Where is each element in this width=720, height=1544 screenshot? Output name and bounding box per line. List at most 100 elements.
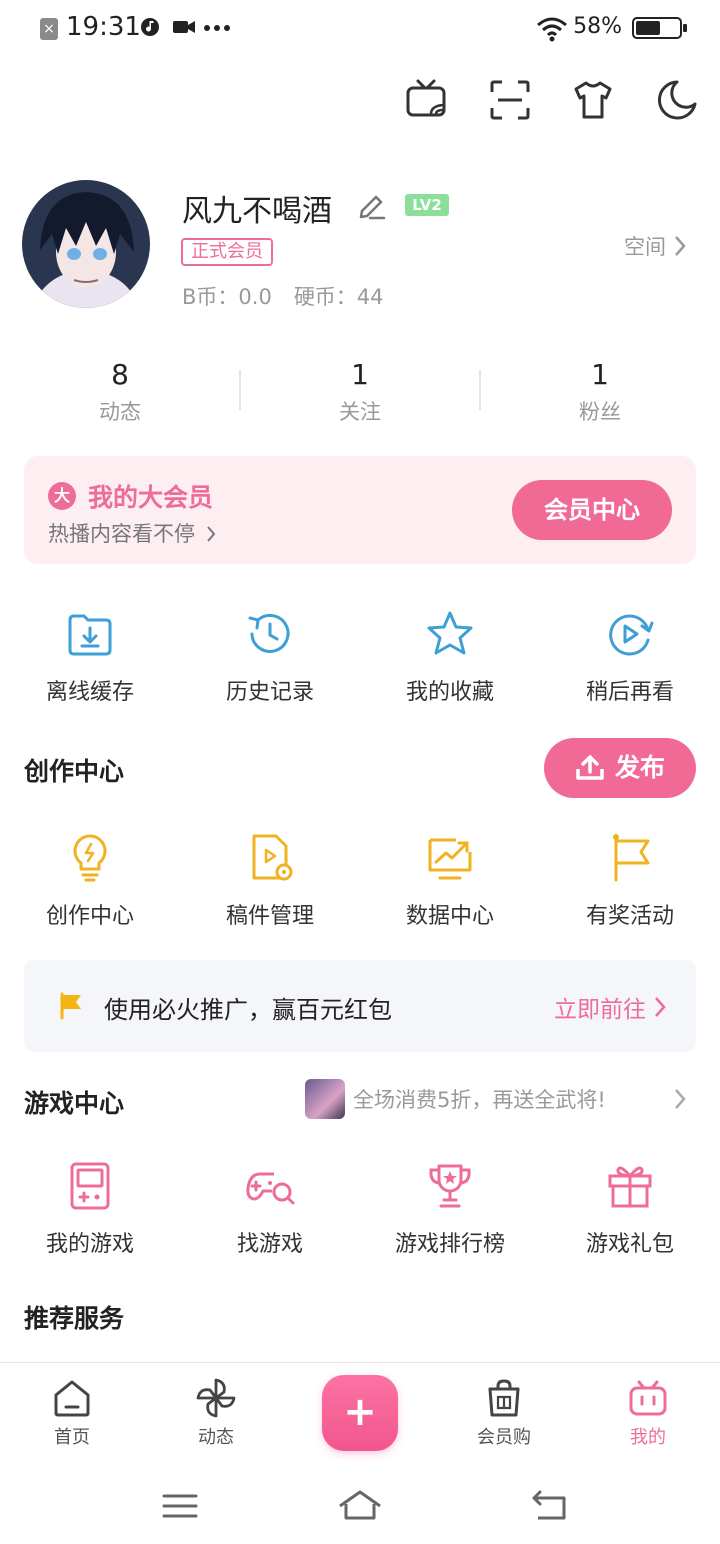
vip-card-subtitle-text: 热播内容看不停	[48, 522, 195, 546]
game-item-label: 游戏排行榜	[394, 1232, 505, 1257]
creation-item-label: 数据中心	[405, 904, 494, 929]
nav-label: 首页	[54, 1427, 90, 1448]
manuscript-management-item[interactable]: 稿件管理	[180, 832, 360, 930]
game-item-label: 找游戏	[236, 1232, 303, 1257]
history-item[interactable]: 历史记录	[180, 608, 360, 706]
star-icon	[427, 611, 473, 655]
b-coin-balance: B币：0.0	[182, 285, 272, 309]
gameboy-icon	[70, 1162, 110, 1210]
system-home-icon[interactable]	[338, 1484, 382, 1528]
back-icon[interactable]	[528, 1484, 572, 1528]
status-bar: × 19:31 58%	[0, 0, 720, 60]
history-icon	[248, 613, 290, 653]
gamepad-search-icon	[246, 1172, 295, 1205]
system-nav-bar	[0, 1472, 720, 1544]
username: 风九不喝酒	[182, 194, 332, 229]
bottom-nav: 首页 动态 + 会员购 我的	[0, 1362, 720, 1472]
quick-action-label: 历史记录	[225, 680, 314, 705]
chevron-right-icon[interactable]	[674, 1088, 686, 1110]
stat-label: 粉丝	[579, 400, 621, 424]
nav-home[interactable]: 首页	[17, 1377, 127, 1449]
vip-card-title: 我的大会员	[88, 483, 214, 512]
space-link-label: 空间	[624, 235, 666, 259]
promo-banner[interactable]: 使用必火推广，赢百元红包 立即前往	[24, 960, 696, 1052]
pinwheel-icon	[196, 1378, 236, 1418]
creation-item-label: 创作中心	[45, 904, 134, 929]
space-link[interactable]: 空间	[624, 231, 686, 261]
nav-label: 我的	[630, 1427, 666, 1448]
find-games-item[interactable]: 找游戏	[180, 1160, 360, 1258]
lightbulb-icon	[73, 834, 107, 882]
vip-status-badge: 正式会员	[181, 238, 273, 266]
tv-mascot-icon	[629, 1380, 667, 1416]
watch-later-icon	[609, 614, 654, 656]
stat-label: 关注	[339, 400, 381, 424]
my-games-item[interactable]: 我的游戏	[0, 1160, 180, 1258]
publish-button[interactable]: 发布	[544, 738, 696, 798]
stat-num: 8	[111, 358, 129, 391]
gift-icon	[608, 1166, 652, 1208]
notification-x-icon: ×	[40, 18, 58, 40]
manuscript-icon	[252, 834, 293, 881]
quick-action-label: 稍后再看	[585, 680, 674, 705]
game-thumbnail	[305, 1079, 345, 1119]
upload-icon	[576, 755, 604, 780]
vip-card-subtitle: 热播内容看不停	[48, 518, 216, 548]
skin-shirt-icon[interactable]	[571, 78, 615, 122]
music-icon	[141, 18, 159, 36]
vip-center-button[interactable]: 会员中心	[512, 480, 672, 540]
stat-following[interactable]: 1 关注	[240, 358, 480, 426]
battery-percent: 58%	[573, 14, 622, 39]
creation-item-label: 稿件管理	[225, 904, 314, 929]
watch-later-item[interactable]: 稍后再看	[540, 608, 720, 706]
nav-label: 会员购	[477, 1427, 531, 1448]
stat-num: 1	[351, 358, 369, 391]
vip-card[interactable]: 大 我的大会员 热播内容看不停 会员中心	[24, 456, 696, 564]
publish-label: 发布	[614, 753, 665, 782]
chevron-right-icon	[675, 236, 686, 256]
battery-icon	[632, 17, 687, 39]
reward-activity-item[interactable]: 有奖活动	[540, 832, 720, 930]
trophy-icon	[429, 1164, 471, 1208]
nav-label: 动态	[198, 1427, 234, 1448]
offline-cache-icon	[68, 614, 112, 656]
creation-item-label: 有奖活动	[585, 904, 674, 929]
data-center-item[interactable]: 数据中心	[360, 832, 540, 930]
level-badge: LV2	[405, 194, 449, 216]
video-icon	[173, 21, 195, 33]
flag-icon	[613, 834, 650, 882]
favorites-item[interactable]: 我的收藏	[360, 608, 540, 706]
creation-center-item[interactable]: 创作中心	[0, 832, 180, 930]
chevron-right-icon	[655, 997, 666, 1017]
night-mode-moon-icon[interactable]	[655, 78, 699, 122]
shopping-bag-icon	[488, 1379, 520, 1417]
wifi-icon	[537, 17, 567, 42]
nav-dynamics[interactable]: 动态	[161, 1377, 271, 1449]
promo-text: 使用必火推广，赢百元红包	[104, 996, 392, 1024]
game-ranking-item[interactable]: 游戏排行榜	[360, 1160, 540, 1258]
promo-go-link[interactable]: 立即前往	[554, 990, 666, 1024]
chevron-right-icon	[206, 526, 216, 542]
scan-icon[interactable]	[488, 78, 532, 122]
creation-center-title: 创作中心	[24, 757, 125, 786]
offline-cache-item[interactable]: 离线缓存	[0, 608, 180, 706]
nav-vip-shop[interactable]: 会员购	[449, 1377, 559, 1449]
data-chart-icon	[428, 838, 472, 880]
edit-pencil-icon[interactable]	[356, 189, 388, 221]
home-icon	[54, 1380, 90, 1417]
game-center-title: 游戏中心	[24, 1089, 125, 1118]
big-vip-icon: 大	[48, 482, 76, 510]
nav-mine[interactable]: 我的	[593, 1377, 703, 1449]
coin-balance: B币：0.0 硬币：44	[182, 281, 384, 311]
menu-icon[interactable]	[158, 1484, 202, 1528]
create-plus-button[interactable]: +	[322, 1375, 398, 1451]
more-dots-icon	[204, 25, 230, 31]
stat-fans[interactable]: 1 粉丝	[480, 358, 720, 426]
avatar[interactable]	[22, 180, 150, 308]
game-gift-item[interactable]: 游戏礼包	[540, 1160, 720, 1258]
recommend-title: 推荐服务	[24, 1304, 125, 1333]
stat-dynamics[interactable]: 8 动态	[0, 358, 240, 426]
tv-cast-icon[interactable]	[405, 78, 449, 122]
game-promo[interactable]: 全场消费5折，再送全武将!	[305, 1079, 606, 1119]
stat-label: 动态	[99, 400, 141, 424]
